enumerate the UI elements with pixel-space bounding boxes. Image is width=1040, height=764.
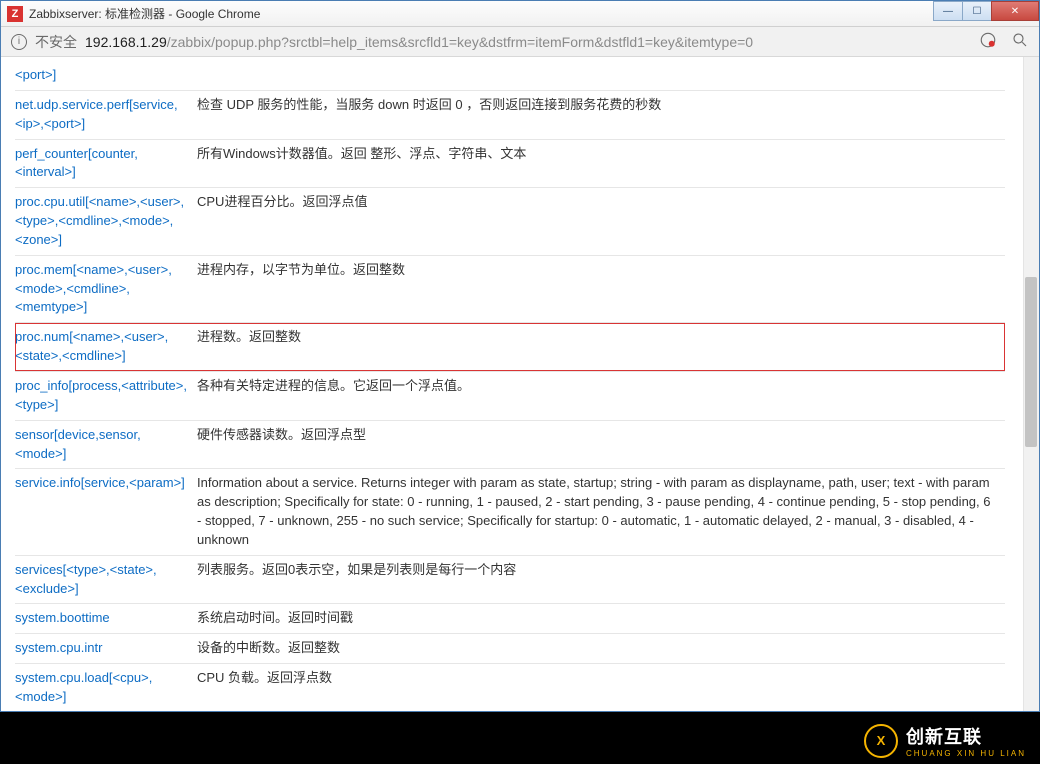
watermark-text: 创新互联 [906, 723, 1026, 749]
item-description [197, 61, 1005, 90]
item-key-link[interactable]: <port>] [15, 67, 56, 82]
table-row: proc.num[<name>,<user>,<state>,<cmdline>… [15, 323, 1005, 372]
browser-window: Z Zabbixserver: 标准检测器 - Google Chrome — … [0, 0, 1040, 712]
item-key-link[interactable]: perf_counter[counter,<interval>] [15, 146, 138, 180]
table-row: system.cpu.load[<cpu>,<mode>] CPU 负载。返回浮点… [15, 664, 1005, 711]
watermark-logo-icon: X [864, 724, 898, 758]
url-path: /zabbix/popup.php?srctbl=help_items&srcf… [167, 34, 753, 50]
minimize-button[interactable]: — [933, 1, 963, 21]
item-description: 检查 UDP 服务的性能，当服务 down 时返回 0 ，否则返回连接到服务花费… [197, 90, 1005, 139]
watermark: X 创新互联 CHUANG XIN HU LIAN [864, 723, 1026, 758]
site-info-icon[interactable]: i [11, 34, 27, 50]
item-key-link[interactable]: sensor[device,sensor,<mode>] [15, 427, 141, 461]
table-row: <port>] [15, 61, 1005, 90]
titlebar: Z Zabbixserver: 标准检测器 - Google Chrome — … [1, 1, 1039, 27]
scrollbar-thumb[interactable] [1025, 277, 1037, 447]
item-description: 所有Windows计数器值。返回 整形、浮点、字符串、文本 [197, 139, 1005, 188]
table-row: net.udp.service.perf[service,<ip>,<port>… [15, 90, 1005, 139]
item-description: 进程数。返回整数 [197, 323, 1005, 372]
page-content: <port>] net.udp.service.perf[service,<ip>… [1, 57, 1039, 711]
item-key-link[interactable]: system.cpu.load[<cpu>,<mode>] [15, 670, 152, 704]
close-button[interactable]: ✕ [991, 1, 1039, 21]
item-description: 系统启动时间。返回时间戳 [197, 604, 1005, 634]
item-description: Information about a service. Returns int… [197, 469, 1005, 555]
item-description: 进程内存，以字节为单位。返回整数 [197, 255, 1005, 323]
favicon: Z [7, 6, 23, 22]
table-row: proc_info[process,<attribute>,<type>] 各种有… [15, 371, 1005, 420]
item-description: 列表服务。返回0表示空，如果是列表则是每行一个内容 [197, 555, 1005, 604]
zoom-icon[interactable] [1011, 31, 1029, 52]
item-description: 硬件传感器读数。返回浮点型 [197, 420, 1005, 469]
maximize-button[interactable]: ☐ [962, 1, 992, 21]
item-key-link[interactable]: services[<type>,<state>,<exclude>] [15, 562, 157, 596]
item-description: 各种有关特定进程的信息。它返回一个浮点值。 [197, 371, 1005, 420]
window-controls: — ☐ ✕ [934, 1, 1039, 21]
item-key-link[interactable]: proc.mem[<name>,<user>,<mode>,<cmdline>,… [15, 262, 172, 315]
item-description: CPU 负载。返回浮点数 [197, 664, 1005, 711]
table-row: proc.mem[<name>,<user>,<mode>,<cmdline>,… [15, 255, 1005, 323]
insecure-label: 不安全 [35, 32, 77, 52]
url-host: 192.168.1.29 [85, 34, 167, 50]
item-key-link[interactable]: system.boottime [15, 610, 110, 625]
translate-icon[interactable] [979, 31, 997, 52]
table-row: sensor[device,sensor,<mode>] 硬件传感器读数。返回浮点… [15, 420, 1005, 469]
item-key-link[interactable]: proc.cpu.util[<name>,<user>,<type>,<cmdl… [15, 194, 184, 247]
watermark-subtext: CHUANG XIN HU LIAN [906, 749, 1026, 758]
table-row: services[<type>,<state>,<exclude>] 列表服务。返… [15, 555, 1005, 604]
table-row: perf_counter[counter,<interval>] 所有Window… [15, 139, 1005, 188]
item-key-link[interactable]: net.udp.service.perf[service,<ip>,<port>… [15, 97, 178, 131]
url[interactable]: 192.168.1.29/zabbix/popup.php?srctbl=hel… [85, 34, 753, 50]
item-key-link[interactable]: system.cpu.intr [15, 640, 102, 655]
table-row: service.info[service,<param>] Information… [15, 469, 1005, 555]
address-bar: i 不安全 192.168.1.29/zabbix/popup.php?srct… [1, 27, 1039, 57]
item-key-link[interactable]: service.info[service,<param>] [15, 475, 185, 490]
table-row: proc.cpu.util[<name>,<user>,<type>,<cmdl… [15, 188, 1005, 256]
scrollbar-track[interactable] [1023, 57, 1039, 711]
item-key-link[interactable]: proc.num[<name>,<user>,<state>,<cmdline>… [15, 329, 168, 363]
item-description: 设备的中断数。返回整数 [197, 634, 1005, 664]
help-items-table: <port>] net.udp.service.perf[service,<ip>… [15, 61, 1005, 711]
window-title: Zabbixserver: 标准检测器 - Google Chrome [29, 5, 260, 22]
item-description: CPU进程百分比。返回浮点值 [197, 188, 1005, 256]
table-row: system.boottime 系统启动时间。返回时间戳 [15, 604, 1005, 634]
item-key-link[interactable]: proc_info[process,<attribute>,<type>] [15, 378, 187, 412]
table-row: system.cpu.intr 设备的中断数。返回整数 [15, 634, 1005, 664]
